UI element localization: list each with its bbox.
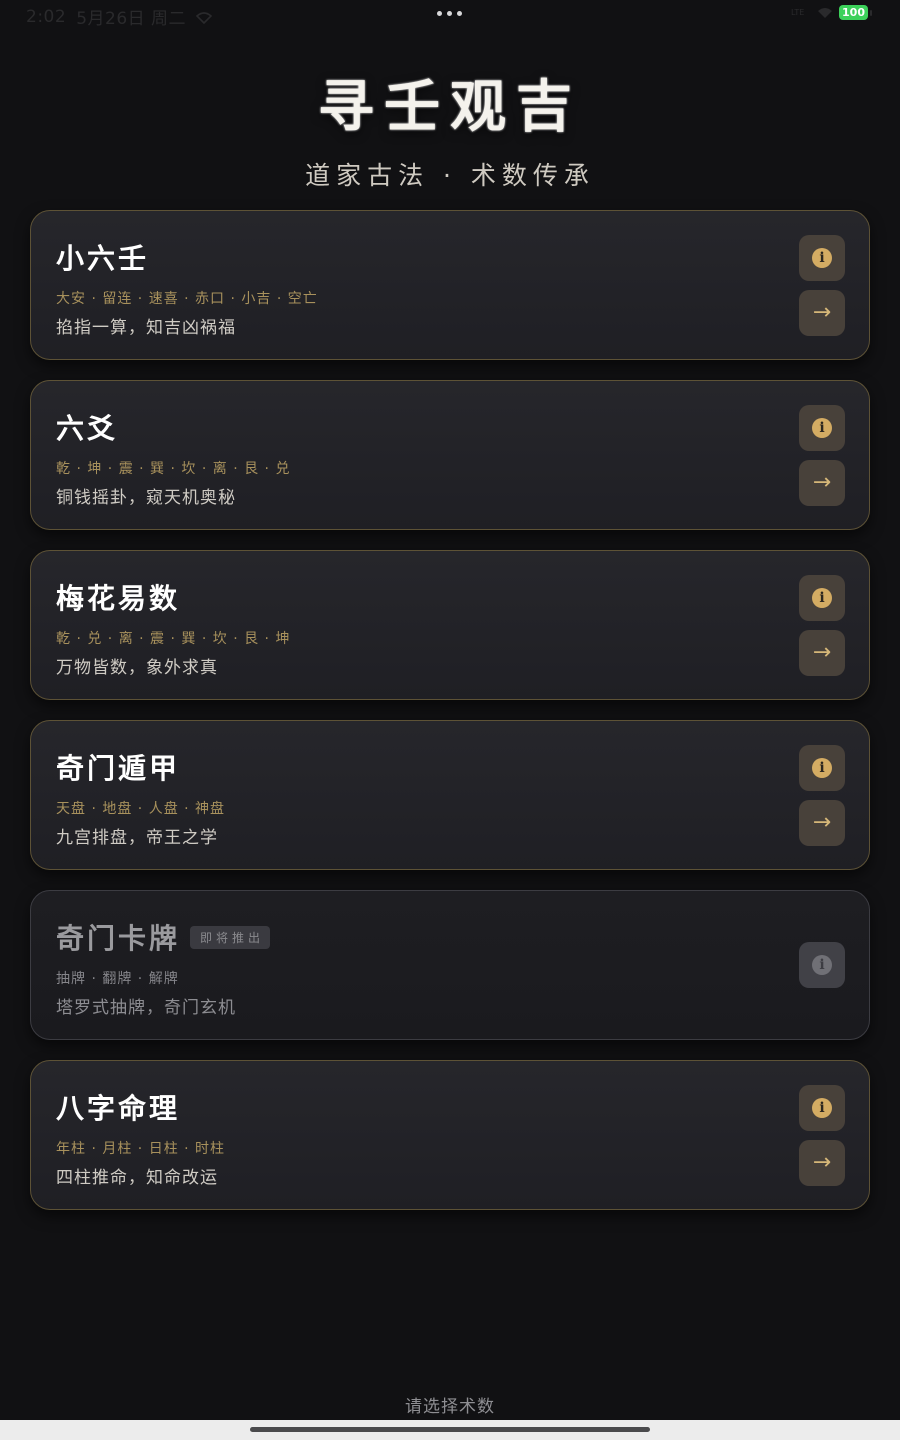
card-liu-yao[interactable]: 六爻 乾 · 坤 · 震 · 巽 · 坎 · 离 · 艮 · 兑 铜钱摇卦，窥天…: [30, 380, 870, 530]
go-button[interactable]: →: [799, 800, 845, 846]
arrow-right-icon: →: [812, 300, 832, 325]
info-icon: i: [812, 418, 832, 438]
card-title: 奇门卡牌 即将推出: [56, 917, 271, 957]
card-description: 塔罗式抽牌，奇门玄机: [56, 998, 236, 1018]
info-icon: i: [812, 955, 832, 975]
go-button[interactable]: →: [799, 1140, 845, 1186]
footer-hint: 请选择术数: [405, 1397, 495, 1417]
more-dots-icon[interactable]: [437, 11, 462, 16]
signal-label: LTE: [791, 7, 805, 17]
battery-tip: [870, 9, 872, 16]
info-icon: i: [812, 588, 832, 608]
card-title: 梅花易数: [56, 577, 180, 617]
card-title: 八字命理: [56, 1087, 180, 1127]
app-subtitle: 道家古法 · 术数传承: [305, 161, 595, 190]
battery-indicator: 100: [839, 5, 868, 20]
status-bar: 2:02 5月26日 周二 LTE 100: [0, 0, 900, 30]
card-title-text: 六爻: [56, 412, 119, 445]
card-qi-men-ka-pai: 奇门卡牌 即将推出 抽牌 · 翻牌 · 解牌 塔罗式抽牌，奇门玄机 i: [30, 890, 870, 1040]
card-tags: 乾 · 兑 · 离 · 震 · 巽 · 坎 · 艮 · 坤: [56, 631, 291, 647]
status-left: 2:02 5月26日 周二: [26, 4, 213, 29]
card-tags: 抽牌 · 翻牌 · 解牌: [56, 971, 179, 987]
app-title: 寻壬观吉: [318, 74, 582, 140]
card-xiao-liu-ren[interactable]: 小六壬 大安 · 留连 · 速喜 · 赤口 · 小吉 · 空亡 掐指一算，知吉凶…: [30, 210, 870, 360]
arrow-right-icon: →: [812, 810, 832, 835]
info-button[interactable]: i: [799, 405, 845, 451]
card-title-text: 奇门遁甲: [56, 752, 181, 785]
info-icon: i: [812, 758, 832, 778]
card-title: 六爻: [56, 407, 118, 447]
home-bar-area: [0, 1420, 900, 1440]
arrow-right-icon: →: [812, 1150, 832, 1175]
card-qi-men-dun-jia[interactable]: 奇门遁甲 天盘 · 地盘 · 人盘 · 神盘 九宫排盘，帝王之学 i →: [30, 720, 870, 870]
status-date: 5月26日 周二: [76, 9, 187, 29]
info-button[interactable]: i: [799, 745, 845, 791]
status-time: 2:02: [26, 6, 67, 27]
card-description: 九宫排盘，帝王之学: [56, 828, 218, 848]
status-right: LTE 100: [791, 5, 872, 20]
go-button[interactable]: →: [799, 460, 845, 506]
card-tags: 乾 · 坤 · 震 · 巽 · 坎 · 离 · 艮 · 兑: [56, 461, 291, 477]
home-indicator[interactable]: [250, 1427, 650, 1432]
card-tags: 大安 · 留连 · 速喜 · 赤口 · 小吉 · 空亡: [56, 291, 318, 307]
card-title-text: 梅花易数: [56, 582, 181, 615]
info-button[interactable]: i: [799, 235, 845, 281]
info-button[interactable]: i: [799, 942, 845, 988]
card-description: 掐指一算，知吉凶祸福: [56, 318, 236, 338]
card-title: 奇门遁甲: [56, 747, 180, 787]
info-icon: i: [812, 248, 832, 268]
card-description: 铜钱摇卦，窥天机奥秘: [56, 488, 236, 508]
card-title-text: 奇门卡牌: [56, 922, 181, 955]
wifi-icon: [196, 11, 213, 24]
card-description: 四柱推命，知命改运: [56, 1168, 218, 1188]
card-title-text: 八字命理: [56, 1092, 181, 1125]
card-title-text: 小六壬: [56, 242, 150, 275]
go-button[interactable]: →: [799, 630, 845, 676]
card-tags: 年柱 · 月柱 · 日柱 · 时柱: [56, 1141, 226, 1157]
info-icon: i: [812, 1098, 832, 1118]
info-button[interactable]: i: [799, 1085, 845, 1131]
wifi-icon: [818, 7, 833, 18]
method-card-list: 小六壬 大安 · 留连 · 速喜 · 赤口 · 小吉 · 空亡 掐指一算，知吉凶…: [30, 210, 870, 1230]
card-ba-zi-ming-li[interactable]: 八字命理 年柱 · 月柱 · 日柱 · 时柱 四柱推命，知命改运 i →: [30, 1060, 870, 1210]
card-description: 万物皆数，象外求真: [56, 658, 218, 678]
card-mei-hua-yi-shu[interactable]: 梅花易数 乾 · 兑 · 离 · 震 · 巽 · 坎 · 艮 · 坤 万物皆数，…: [30, 550, 870, 700]
info-button[interactable]: i: [799, 575, 845, 621]
card-title: 小六壬: [56, 237, 149, 277]
arrow-right-icon: →: [812, 470, 832, 495]
arrow-right-icon: →: [812, 640, 832, 665]
go-button[interactable]: →: [799, 290, 845, 336]
coming-soon-badge: 即将推出: [190, 925, 271, 949]
card-tags: 天盘 · 地盘 · 人盘 · 神盘: [56, 801, 226, 817]
